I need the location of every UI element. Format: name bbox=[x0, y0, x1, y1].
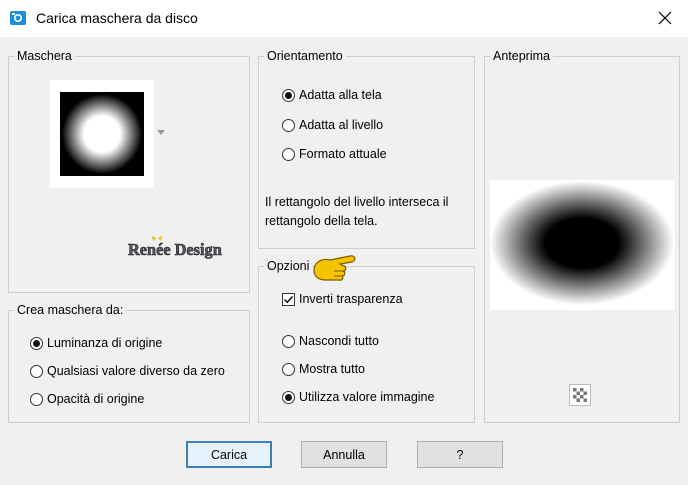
checker-icon bbox=[573, 388, 587, 402]
mask-thumbnail-image bbox=[60, 92, 144, 176]
radio-dot bbox=[30, 392, 43, 406]
watermark-text: Renée Design bbox=[128, 240, 223, 259]
radio-label: Adatta al livello bbox=[299, 118, 384, 132]
radio-use-image-value[interactable]: Utilizza valore immagine bbox=[282, 390, 434, 404]
mask-group-label: Maschera bbox=[14, 48, 75, 64]
radio-label: Mostra tutto bbox=[299, 362, 365, 376]
mask-thumbnail[interactable] bbox=[50, 80, 154, 188]
info-line-2: rettangolo della tela. bbox=[265, 214, 378, 228]
radio-dot bbox=[282, 118, 295, 132]
radio-label: Qualsiasi valore diverso da zero bbox=[47, 364, 225, 378]
create-mask-group-label: Crea maschera da: bbox=[14, 302, 127, 318]
radio-source-luminance[interactable]: Luminanza di origine bbox=[30, 336, 162, 350]
preview-group-label: Anteprima bbox=[490, 48, 553, 64]
radio-show-all[interactable]: Mostra tutto bbox=[282, 362, 365, 376]
orientation-group-label: Orientamento bbox=[264, 48, 346, 64]
info-line-1: Il rettangolo del livello interseca il bbox=[265, 195, 449, 209]
radio-label: Luminanza di origine bbox=[47, 336, 163, 350]
radio-dot bbox=[282, 390, 295, 404]
preview-image-graphic bbox=[490, 180, 675, 310]
radio-dot bbox=[282, 88, 295, 102]
watermark-logo: Renée Design bbox=[128, 236, 228, 260]
orientation-info-text: Il rettangolo del livello interseca il r… bbox=[265, 193, 448, 231]
radio-dot bbox=[30, 364, 43, 378]
radio-label: Adatta alla tela bbox=[299, 88, 382, 102]
radio-label: Nascondi tutto bbox=[299, 334, 379, 348]
app-icon bbox=[10, 11, 26, 25]
preview-image bbox=[490, 180, 675, 310]
checkbox-label: Inverti trasparenza bbox=[299, 292, 403, 306]
title-bar: Carica maschera da disco bbox=[0, 0, 688, 37]
window-title: Carica maschera da disco bbox=[36, 10, 198, 26]
radio-dot bbox=[282, 147, 295, 161]
radio-source-opacity[interactable]: Opacità di origine bbox=[30, 392, 144, 406]
invert-transparency-checkbox[interactable]: Inverti trasparenza bbox=[282, 292, 403, 306]
help-button[interactable]: ? bbox=[417, 441, 503, 468]
radio-dot bbox=[282, 362, 295, 376]
transparency-icon[interactable] bbox=[569, 384, 591, 406]
radio-fit-canvas[interactable]: Adatta alla tela bbox=[282, 88, 382, 102]
radio-label: Utilizza valore immagine bbox=[299, 390, 435, 404]
dropdown-arrow-icon[interactable] bbox=[157, 130, 165, 136]
radio-any-nonzero[interactable]: Qualsiasi valore diverso da zero bbox=[30, 364, 225, 378]
close-icon[interactable] bbox=[642, 0, 688, 37]
checkbox-box bbox=[282, 292, 295, 306]
radio-hide-all[interactable]: Nascondi tutto bbox=[282, 334, 379, 348]
radio-label: Opacità di origine bbox=[47, 392, 145, 406]
radio-dot bbox=[30, 336, 43, 350]
radio-dot bbox=[282, 334, 295, 348]
load-button[interactable]: Carica bbox=[186, 441, 272, 468]
watermark-image: Renée Design bbox=[128, 236, 223, 259]
radio-label: Formato attuale bbox=[299, 147, 387, 161]
options-group-label: Opzioni bbox=[264, 258, 313, 274]
radio-fit-layer[interactable]: Adatta al livello bbox=[282, 118, 383, 132]
pointing-hand-icon bbox=[313, 255, 356, 281]
cancel-button[interactable]: Annulla bbox=[301, 441, 387, 468]
radio-current-size[interactable]: Formato attuale bbox=[282, 147, 387, 161]
checkmark-icon bbox=[283, 295, 294, 303]
